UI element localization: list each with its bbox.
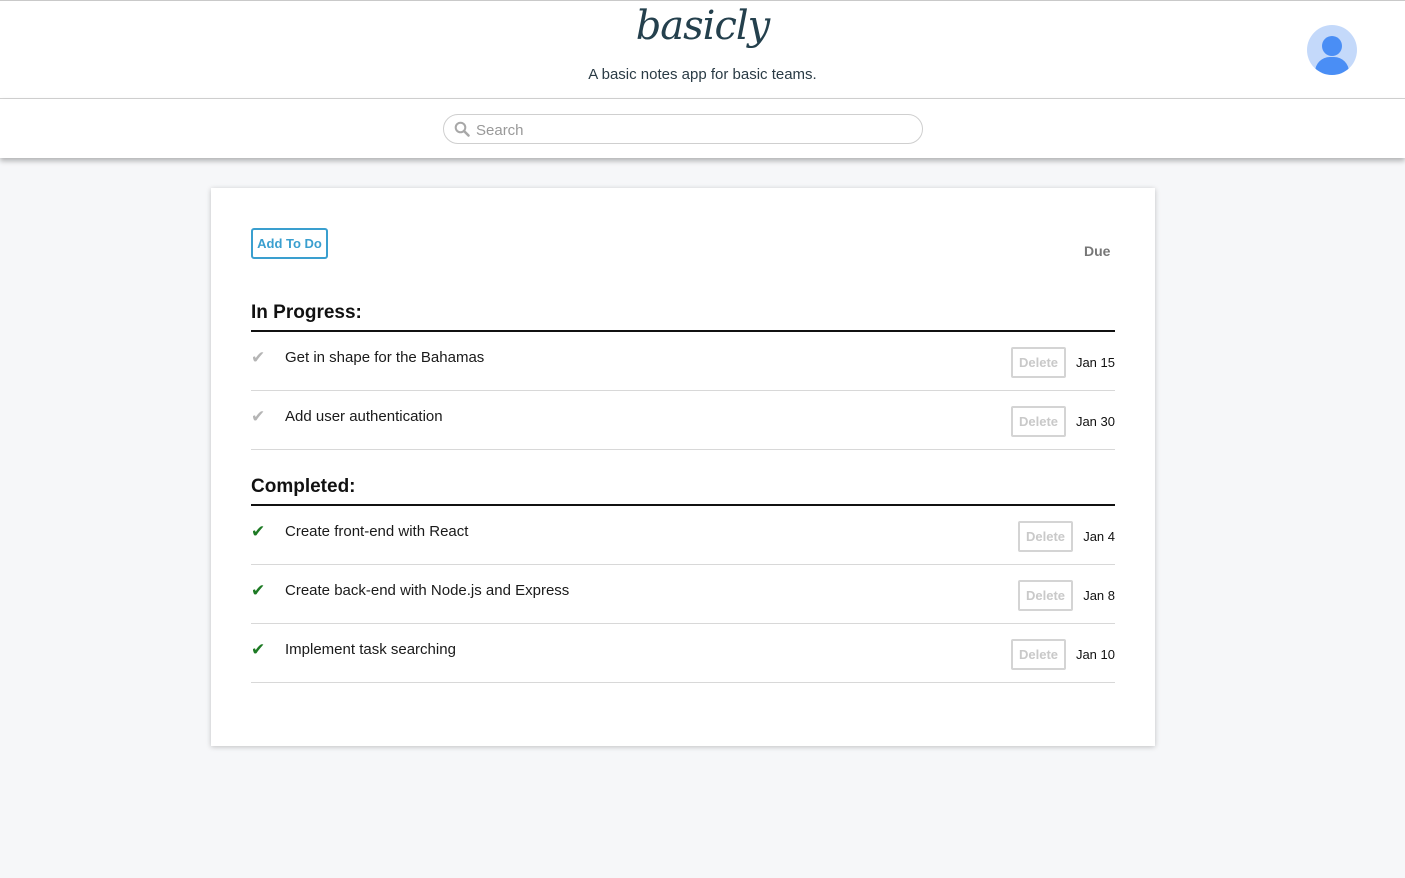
task-row: ✔ Create front-end with React Delete Jan… [251,506,1115,565]
due-date: Jan 30 [1075,414,1115,429]
task-text: Add user authentication [285,408,443,425]
section-title-in-progress: In Progress: [251,302,1115,332]
delete-button[interactable]: Delete [1018,580,1073,611]
add-todo-button[interactable]: Add To Do [251,228,328,259]
due-date: Jan 4 [1083,529,1115,544]
due-date: Jan 8 [1083,588,1115,603]
search-field[interactable] [443,114,923,144]
task-text: Get in shape for the Bahamas [285,349,485,366]
due-date: Jan 15 [1075,355,1115,370]
delete-button[interactable]: Delete [1011,347,1066,378]
avatar-head [1322,36,1342,56]
due-column-header: Due [1084,243,1111,259]
search-bar [0,99,1405,158]
search-icon [454,121,470,137]
task-row: ✔ Add user authentication Delete Jan 30 [251,391,1115,450]
delete-button[interactable]: Delete [1011,406,1066,437]
delete-button[interactable]: Delete [1011,639,1066,670]
pending-check-icon[interactable]: ✔ [251,407,265,427]
done-check-icon[interactable]: ✔ [251,522,265,542]
delete-button[interactable]: Delete [1018,521,1073,552]
user-avatar-icon[interactable] [1307,25,1357,75]
task-text: Implement task searching [285,641,456,658]
app-tagline: A basic notes app for basic teams. [588,66,817,83]
todo-card: Add To Do Due In Progress: ✔ Get in shap… [211,188,1155,746]
section-title-completed: Completed: [251,476,1115,506]
avatar-body [1315,57,1349,75]
search-input[interactable] [474,118,908,142]
app-header: basicly A basic notes app for basic team… [0,1,1405,99]
done-check-icon[interactable]: ✔ [251,640,265,660]
task-row: ✔ Get in shape for the Bahamas Delete Ja… [251,332,1115,391]
task-row: ✔ Implement task searching Delete Jan 10 [251,624,1115,683]
done-check-icon[interactable]: ✔ [251,581,265,601]
pending-check-icon[interactable]: ✔ [251,348,265,368]
app-logo[interactable]: basicly [0,3,1405,49]
task-row: ✔ Create back-end with Node.js and Expre… [251,565,1115,624]
due-date: Jan 10 [1075,647,1115,662]
task-text: Create back-end with Node.js and Express [285,582,570,599]
task-text: Create front-end with React [285,523,469,540]
